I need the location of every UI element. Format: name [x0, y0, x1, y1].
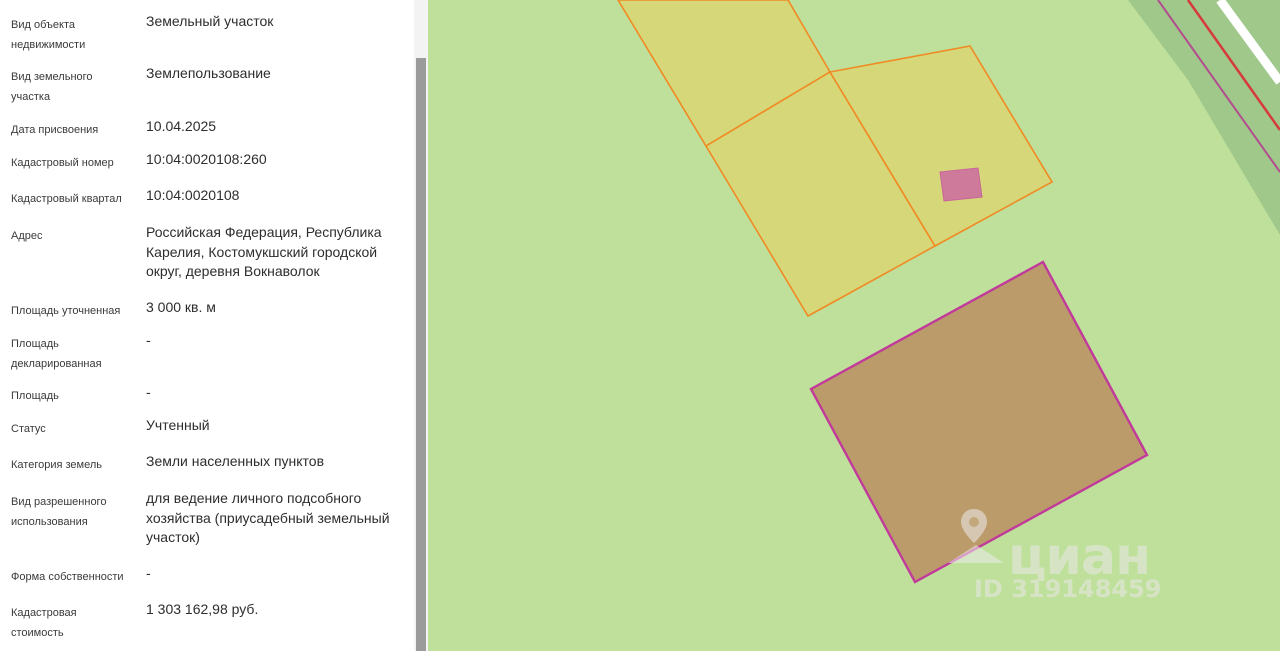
field-value: 10.04.2025: [146, 118, 217, 134]
field-label: Площадь уточненная: [11, 305, 121, 317]
field-label: Адрес: [11, 230, 43, 242]
field-value: -: [146, 332, 151, 348]
field-label: Форма собственности: [11, 571, 124, 583]
field-label: Кадастровый квартал: [11, 193, 122, 205]
field-value: Земли населенных пунктов: [146, 453, 325, 469]
field-value: Учтенный: [146, 417, 210, 433]
property-info-panel: Вид объекта недвижимости Земельный участ…: [0, 0, 414, 651]
app-window: Вид объекта недвижимости Земельный участ…: [0, 0, 1280, 651]
field-label: Вид земельного участка: [11, 71, 93, 103]
field-label: Кадастровый номер: [11, 157, 114, 169]
field-label: Кадастровая стоимость: [11, 607, 77, 639]
watermark-id: ID 319148459: [974, 575, 1162, 603]
field-value: 10:04:0020108: [146, 187, 240, 203]
field-label: Вид объекта недвижимости: [11, 19, 86, 51]
field-value: для ведение личного подсобного хозяйства…: [146, 490, 390, 545]
field-label: Площадь: [11, 390, 59, 402]
panel-scrollbar-thumb[interactable]: [416, 58, 426, 651]
field-label: Дата присвоения: [11, 124, 99, 136]
cadastral-map[interactable]: циан ID 319148459: [428, 0, 1280, 651]
field-value: Российская Федерация, Республика Карелия…: [146, 224, 382, 279]
field-value: 10:04:0020108:260: [146, 151, 267, 167]
field-value: Земельный участок: [146, 13, 274, 29]
location-pin-icon: [948, 509, 1004, 563]
building-footprint[interactable]: [939, 167, 983, 202]
field-label: Категория земель: [11, 459, 102, 471]
field-label: Вид разрешенного использования: [11, 496, 107, 528]
field-value: -: [146, 384, 151, 400]
field-label: Площадь декларированная: [11, 338, 102, 370]
watermark: циан ID 319148459: [946, 505, 1176, 615]
field-label: Статус: [11, 423, 46, 435]
field-value: Землепользование: [146, 65, 271, 81]
field-value: 1 303 162,98 руб.: [146, 601, 259, 617]
field-value: -: [146, 565, 151, 581]
field-value: 3 000 кв. м: [146, 299, 216, 315]
